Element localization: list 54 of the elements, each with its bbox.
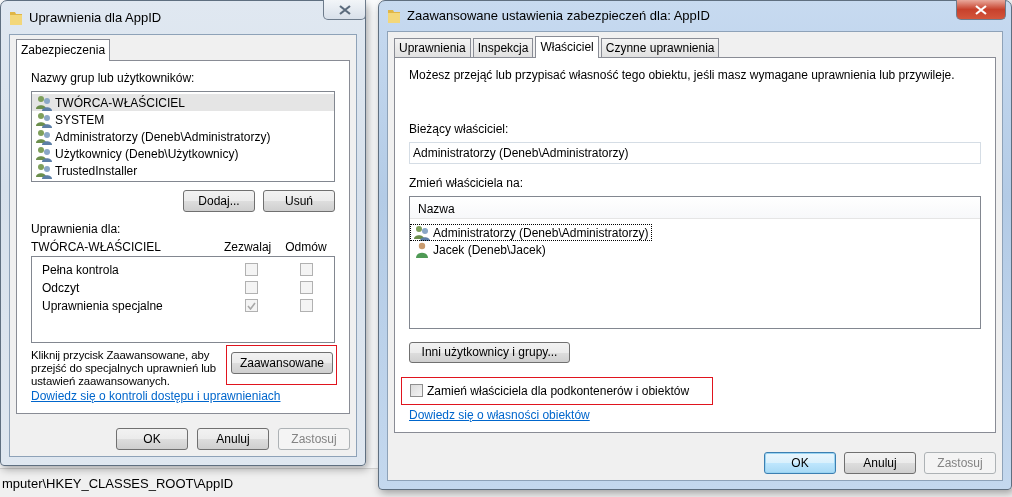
folder-icon [387, 8, 401, 24]
users-icon [36, 145, 52, 162]
field-label: Uprawnienia dla: [31, 220, 122, 238]
list-item[interactable]: TWÓRCA-WŁAŚCICIEL [32, 94, 334, 111]
users-icon [414, 224, 430, 241]
checkbox[interactable] [410, 384, 423, 398]
dialog-button[interactable]: OK [116, 428, 188, 450]
status-path: mputer\HKEY_CLASSES_ROOT\AppID [2, 476, 234, 491]
list-item[interactable]: SYSTEM [32, 111, 334, 128]
permission-name: Pełna kontrola [42, 261, 120, 279]
advanced-button[interactable]: Zaawansowane [230, 352, 333, 374]
list-item[interactable]: Jacek (Deneb\Jacek) [410, 241, 550, 258]
help-link[interactable]: Dowiedz się o własności obiektów [409, 408, 590, 422]
tab[interactable]: Uprawnienia [394, 38, 471, 57]
owner-field[interactable]: Administratorzy (Deneb\Administratorzy) [409, 142, 981, 164]
users-icon [36, 94, 52, 111]
remove-button[interactable]: Usuń [263, 189, 335, 212]
tab[interactable]: Czynne uprawnienia [600, 38, 720, 57]
field-label: Bieżący właściciel: [409, 121, 510, 138]
dialog-button[interactable]: Anuluj [844, 452, 916, 474]
dialog-button[interactable]: OK [764, 452, 836, 474]
principal-name: TWÓRCA-WŁAŚCICIEL [31, 238, 162, 256]
column-header: Odmów [284, 238, 328, 256]
permission-name: Uprawnienia specjalne [42, 297, 164, 315]
users-icon [36, 162, 52, 179]
folder-icon [9, 9, 23, 26]
field-label: Zmień właściciela na: [409, 175, 525, 192]
close-icon [338, 4, 351, 15]
close-button[interactable] [323, 0, 366, 20]
users-icon [36, 128, 52, 145]
checkbox-label: Zamień właściciela dla podkontenerów i obiektów [427, 382, 690, 400]
help-link[interactable]: Dowiedz się o kontroli dostępu i uprawnieniach [31, 389, 281, 403]
list-item[interactable]: Administratorzy (Deneb\Administratorzy) [410, 224, 653, 241]
column-header: Nazwa [418, 202, 455, 216]
window-title: Uprawnienia dla AppID [29, 8, 162, 27]
list-item[interactable]: TrustedInstaller [32, 162, 334, 179]
dialog-button[interactable]: Anuluj [197, 428, 269, 450]
tab[interactable]: Zabezpieczenia [16, 39, 111, 61]
tab[interactable]: Właściciel [535, 36, 599, 58]
field-label: Nazwy grup lub użytkowników: [31, 70, 196, 87]
other-users-button[interactable]: Inni użytkownicy i grupy... [409, 341, 570, 363]
column-header: Zezwalaj [222, 238, 273, 256]
list-item[interactable]: Administratorzy (Deneb\Administratorzy) [32, 128, 334, 145]
close-icon [975, 4, 987, 15]
window-title: Zaawansowane ustawienia zabezpieczeń dla: AppID [407, 7, 710, 26]
tab[interactable]: Inspekcja [472, 38, 534, 57]
close-button[interactable] [956, 0, 1006, 20]
description-text: Możesz przejąć lub przypisać własność tego obiektu, jeśli masz wymagane uprawnienia lub przywileje. [409, 67, 956, 84]
users-icon [36, 111, 52, 128]
list-item[interactable]: Użytkownicy (Deneb\Użytkownicy) [32, 145, 334, 162]
hint-text: Kliknij przycisk Zaawansowane, aby przejść do specjalnych uprawnień lub ustawień zaawansowanych. [31, 348, 218, 388]
permission-name: Odczyt [42, 279, 81, 297]
user-icon [414, 241, 430, 258]
add-button[interactable]: Dodaj... [183, 189, 255, 212]
